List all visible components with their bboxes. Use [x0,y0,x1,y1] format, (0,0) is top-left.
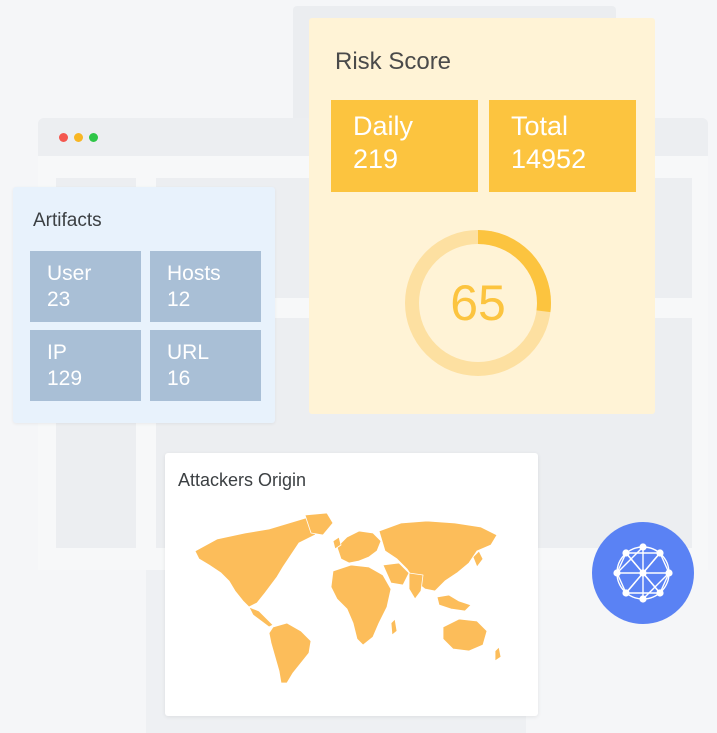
daily-risk-tile[interactable]: Daily 219 [331,100,478,192]
window-close-dot[interactable] [59,133,68,142]
attackers-origin-title: Attackers Origin [178,470,307,490]
map-australia [442,618,488,652]
risk-score-card: Risk Score Daily 219 Total 14952 65 [309,18,655,414]
network-badge[interactable] [592,522,694,624]
map-india [408,572,424,600]
artifacts-card: Artifacts User 23 Hosts 12 IP 129 URL 16 [13,187,275,423]
artifacts-title: Artifacts [33,210,102,231]
artifact-value: 129 [47,367,83,390]
map-north-america [194,516,326,608]
artifact-label: User [47,262,92,285]
daily-risk-label: Daily [353,111,414,141]
artifact-value: 16 [167,367,191,390]
map-africa [330,564,392,646]
map-europe [336,530,382,564]
map-southeast-asia [436,594,472,612]
artifact-tile-user[interactable]: User 23 [30,251,141,322]
neural-network-icon [613,543,673,603]
window-maximize-dot[interactable] [89,133,98,142]
risk-score-title: Risk Score [335,48,452,75]
artifact-value: 23 [47,288,71,311]
artifact-tile-url[interactable]: URL 16 [150,330,261,401]
artifact-label: Hosts [167,262,221,285]
map-new-zealand [494,646,502,662]
map-madagascar [390,618,398,636]
attackers-origin-card: Attackers Origin [165,453,538,716]
total-risk-tile[interactable]: Total 14952 [489,100,636,192]
map-central-america [248,606,274,628]
risk-gauge-value: 65 [450,275,506,331]
artifact-tile-ip[interactable]: IP 129 [30,330,141,401]
total-risk-label: Total [511,111,569,141]
world-map-icon [194,512,502,684]
artifact-value: 12 [167,288,191,311]
total-risk-value: 14952 [511,144,587,174]
artifact-label: IP [47,341,67,364]
artifact-label: URL [167,341,210,364]
daily-risk-value: 219 [353,144,399,174]
map-south-america [268,622,312,684]
artifact-tile-hosts[interactable]: Hosts 12 [150,251,261,322]
window-minimize-dot[interactable] [74,133,83,142]
